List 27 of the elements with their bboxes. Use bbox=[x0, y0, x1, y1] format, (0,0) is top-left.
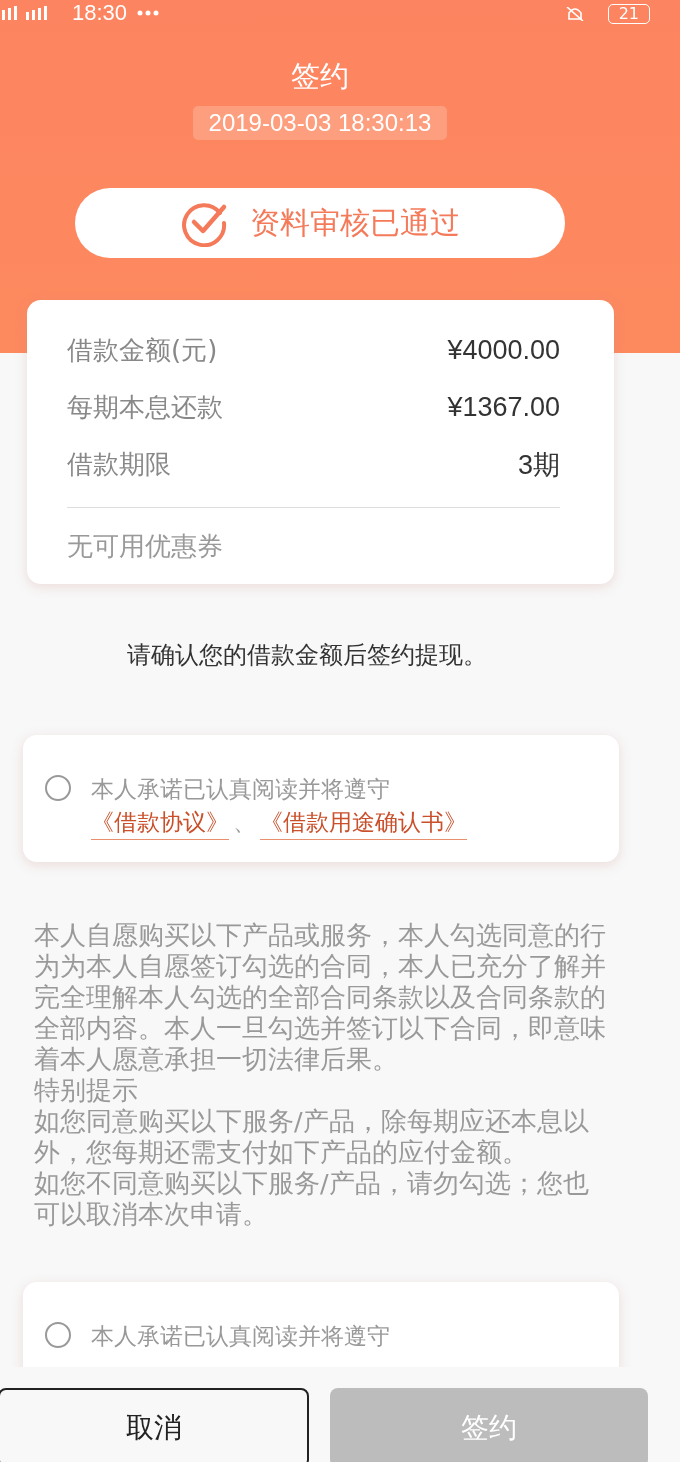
coupon-text[interactable]: 无可用优惠券 bbox=[67, 526, 560, 566]
notice-paragraph: 本人自愿购买以下产品或服务，本人勾选同意的行为为本人自愿签订勾选的合同，本人已充分了解并完全理解本人勾选的全部合同条款以及合同条款的全部内容。本人一旦勾选并签订以下合同，即意味着本人愿意承担一切法律后果。 bbox=[34, 920, 607, 1075]
more-icon bbox=[137, 10, 160, 16]
loan-value: ¥4000.00 bbox=[447, 335, 560, 366]
notice-paragraph: 如您不同意购买以下服务/产品，请勿勾选；您也可以取消本次申请。 bbox=[34, 1168, 590, 1230]
loan-label: 借款期限 bbox=[67, 448, 171, 481]
loan-label: 借款金额(元) bbox=[67, 334, 218, 367]
loan-value: 3期 bbox=[517, 448, 560, 482]
bell-icon bbox=[565, 7, 584, 21]
radio-button[interactable] bbox=[45, 775, 71, 801]
loan-value: ¥1367.00 bbox=[447, 392, 560, 423]
radio-button[interactable] bbox=[45, 1322, 71, 1348]
agreement-text: 本人承诺已认真阅读并将遵守 bbox=[91, 775, 391, 804]
loan-label: 每期本息还款 bbox=[67, 391, 223, 424]
confirm-text: 请确认您的借款金额后签约提现。 bbox=[127, 640, 487, 671]
datetime-badge: 2019-03-03 18:30:13 bbox=[192, 106, 448, 140]
notice-paragraph: 特别提示 bbox=[34, 1075, 139, 1106]
agreement-link[interactable]: 《借款协议》 bbox=[91, 805, 229, 840]
agreement-link[interactable]: 《借款用途确认书》 bbox=[260, 805, 467, 840]
page-title: 签约 bbox=[291, 58, 349, 94]
status-time: 18:30 bbox=[72, 2, 128, 24]
separator-text: 、 bbox=[233, 808, 256, 837]
cancel-button[interactable]: 取消 bbox=[0, 1388, 309, 1462]
status-text: 资料审核已通过 bbox=[250, 203, 460, 242]
agreement-text: 本人承诺已认真阅读并将遵守 bbox=[91, 1322, 390, 1351]
battery-level: 21 bbox=[618, 6, 639, 22]
notice-paragraph: 如您同意购买以下服务/产品，除每期应还本息以外，您每期还需支付如下产品的应付金额。 bbox=[34, 1106, 590, 1168]
